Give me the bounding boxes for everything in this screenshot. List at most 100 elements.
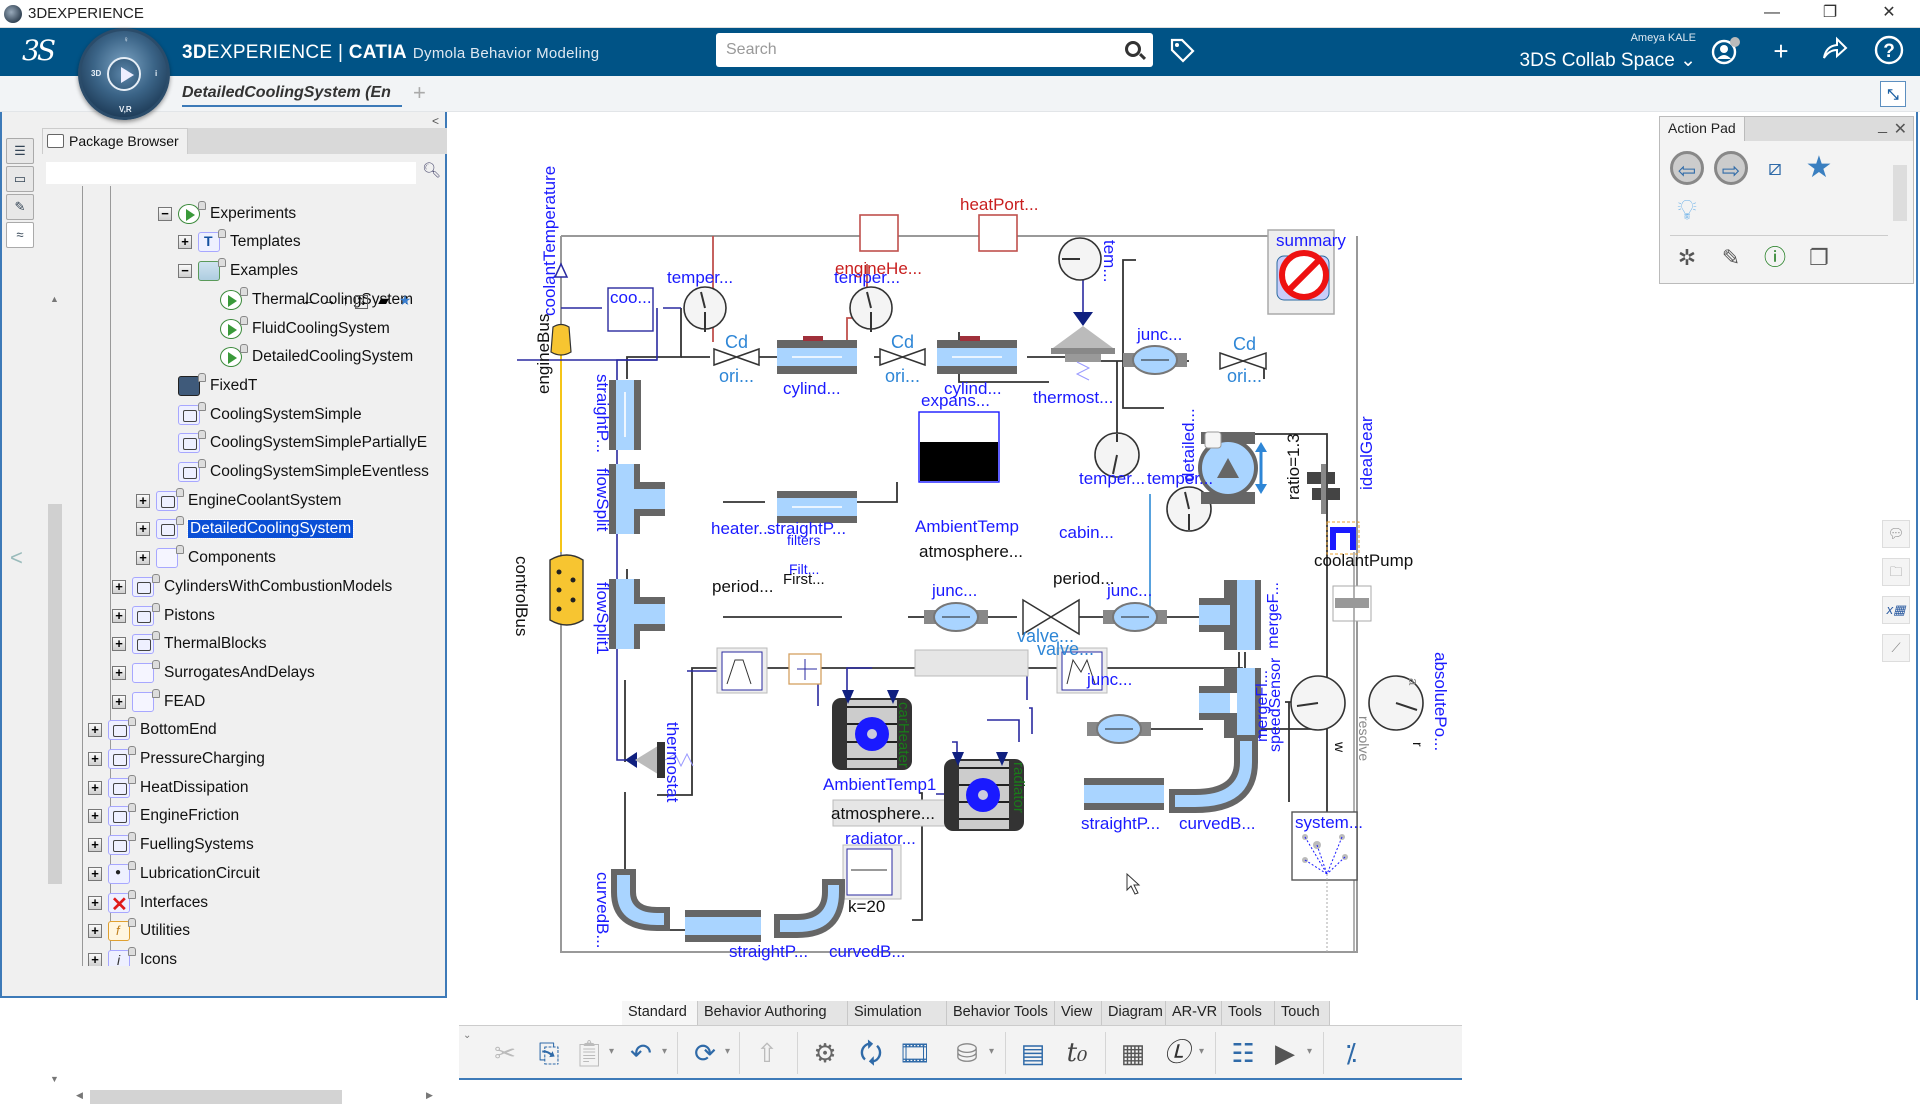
expand-toggle[interactable]: +	[88, 924, 102, 939]
expand-toggle[interactable]: +	[136, 522, 150, 537]
new-model-icon[interactable]: ✲	[1670, 241, 1704, 275]
comment-icon[interactable]: 💬︎	[1882, 520, 1910, 548]
tab-tools[interactable]: Tools	[1222, 1001, 1275, 1025]
temperature-gauge[interactable]	[1058, 237, 1102, 281]
variables-view-button[interactable]: ✎	[6, 194, 34, 220]
library-icon[interactable]: ▰	[378, 292, 389, 308]
hscroll-thumb[interactable]	[90, 1090, 342, 1104]
add-tab-button[interactable]: +	[413, 80, 426, 106]
cylinder-pipe[interactable]	[777, 336, 857, 374]
up-arrow-icon[interactable]: ↑	[342, 292, 355, 308]
close-button[interactable]: ✕	[1860, 0, 1918, 28]
tab-touch[interactable]: Touch	[1275, 1001, 1330, 1025]
script-dropdown[interactable]: ▾	[1307, 1046, 1312, 1057]
junction[interactable]	[1123, 345, 1187, 375]
tab-ar-vr[interactable]: AR-VR	[1166, 1001, 1222, 1025]
flow-split[interactable]	[609, 579, 665, 649]
ds-logo[interactable]: 3S	[22, 34, 56, 67]
tab-diagram[interactable]: Diagram	[1102, 1001, 1166, 1025]
control-bus-connector[interactable]	[549, 554, 584, 626]
speed-sensor-gauge[interactable]	[1290, 675, 1346, 731]
add-icon[interactable]: +	[1764, 34, 1798, 68]
collapse-toggle[interactable]: −	[178, 264, 192, 279]
expand-toggle[interactable]: +	[112, 637, 126, 652]
collapse-left-arrow[interactable]: <	[10, 545, 23, 571]
expand-toggle[interactable]: +	[88, 952, 102, 966]
minimize-button[interactable]: —	[1743, 0, 1801, 28]
collapse-toggle[interactable]: −	[158, 206, 172, 221]
expand-toggle[interactable]: +	[88, 866, 102, 881]
scroll-right-arrow[interactable]: ▶	[426, 1090, 433, 1101]
fraction-icon[interactable]: ⁒	[1333, 1034, 1369, 1072]
edit-icon[interactable]: ✎	[1714, 241, 1748, 275]
curved-bend[interactable]	[1169, 735, 1258, 813]
components-view-button[interactable]: ▭	[6, 166, 34, 192]
cut-icon[interactable]: ✂	[487, 1034, 523, 1072]
favorite-icon[interactable]: ★	[1802, 151, 1836, 185]
merge-flow[interactable]	[1199, 668, 1261, 738]
tree-vertical-scrollbar[interactable]: ▲ ▼	[48, 294, 62, 1084]
detailed-pump[interactable]	[1198, 431, 1258, 504]
simulate-refresh-icon[interactable]: 🗘	[853, 1034, 889, 1072]
linearize-icon[interactable]: Ⓛ	[1159, 1034, 1195, 1072]
action-pad-minimize[interactable]: _	[1878, 117, 1887, 135]
tab-behavior-authoring[interactable]: Behavior Authoring	[698, 1001, 848, 1025]
find-icon[interactable]: 🔍︎	[422, 161, 441, 179]
script-list-icon[interactable]: ☷	[1225, 1034, 1261, 1072]
animation-icon[interactable]: 🎞︎	[897, 1034, 933, 1072]
expand-toggle[interactable]: +	[88, 895, 102, 910]
expand-toggle[interactable]: +	[88, 723, 102, 738]
cylinder-pipe[interactable]	[937, 336, 1017, 374]
folder-icon[interactable]: 🗀	[1882, 558, 1910, 586]
back-arrow-icon[interactable]: ←	[302, 292, 322, 308]
share-icon[interactable]	[1817, 34, 1851, 68]
results-list-icon[interactable]: ▤	[1015, 1034, 1051, 1072]
connect-mode-icon[interactable]: ⧄	[1758, 151, 1792, 185]
curved-bend-vertical[interactable]	[611, 869, 670, 931]
favorite-star-icon[interactable]: ★	[399, 292, 412, 308]
heat-port-box[interactable]	[978, 214, 1018, 252]
expand-toggle[interactable]: +	[136, 551, 150, 566]
action-pad-close[interactable]: ✕	[1894, 119, 1907, 139]
expand-toggle[interactable]: +	[136, 493, 150, 508]
user-profile-icon[interactable]	[1708, 34, 1742, 68]
expand-toggle[interactable]: +	[112, 579, 126, 594]
toolbar-collapse-icon[interactable]: ⌄	[463, 1030, 471, 1041]
package-browser-tab[interactable]: Package Browser	[42, 128, 188, 154]
radiator-constant-source[interactable]	[842, 844, 902, 900]
straight-pipe-vertical[interactable]	[609, 380, 641, 450]
maximize-button[interactable]: ❐	[1801, 0, 1859, 28]
tree-view-button[interactable]: ☰	[6, 138, 34, 164]
refresh-dropdown[interactable]: ▾	[725, 1046, 730, 1057]
back-icon[interactable]: ⇦	[1670, 151, 1704, 185]
filters-block[interactable]	[788, 653, 822, 685]
forward-arrow-icon[interactable]: →	[322, 292, 342, 308]
tab-view[interactable]: View	[1055, 1001, 1102, 1025]
collapse-panel-button[interactable]: <	[432, 114, 439, 128]
restore-view-button[interactable]: ⤡	[1880, 81, 1906, 107]
linearize-dropdown[interactable]: ▾	[1199, 1046, 1204, 1057]
junction[interactable]	[924, 602, 988, 632]
tab-detailed-cooling-system[interactable]: DetailedCoolingSystem (En	[182, 84, 402, 107]
expand-toggle[interactable]: +	[112, 608, 126, 623]
action-pad-tab[interactable]: Action Pad	[1660, 117, 1745, 141]
expand-toggle[interactable]: +	[112, 694, 126, 709]
expand-toggle[interactable]: +	[88, 780, 102, 795]
expand-toggle[interactable]: +	[112, 665, 126, 680]
coolant-pump-shaft[interactable]	[1332, 585, 1372, 622]
scroll-left-arrow[interactable]: ◀	[76, 1090, 83, 1101]
ideal-gear[interactable]	[1307, 464, 1340, 514]
info-document-icon[interactable]: ⓘ	[1758, 241, 1792, 275]
scroll-down-arrow[interactable]: ▼	[50, 1074, 59, 1084]
compass-widget[interactable]: 3D i V,R ♀	[78, 28, 170, 120]
expand-toggle[interactable]: +	[88, 809, 102, 824]
hint-icon[interactable]: 💡︎	[1670, 193, 1704, 227]
thermostat-valve[interactable]	[1051, 312, 1115, 381]
paste-icon[interactable]: 📋︎	[571, 1034, 607, 1072]
sort-icon[interactable]: ⇅	[355, 295, 369, 309]
plot-icon[interactable]: ⟋	[1882, 634, 1910, 662]
straight-pipe[interactable]	[1084, 778, 1164, 810]
action-pad-scrollbar[interactable]	[1893, 165, 1907, 221]
expansion-tank[interactable]	[918, 411, 1000, 483]
export-icon[interactable]: ⇧	[749, 1034, 785, 1072]
